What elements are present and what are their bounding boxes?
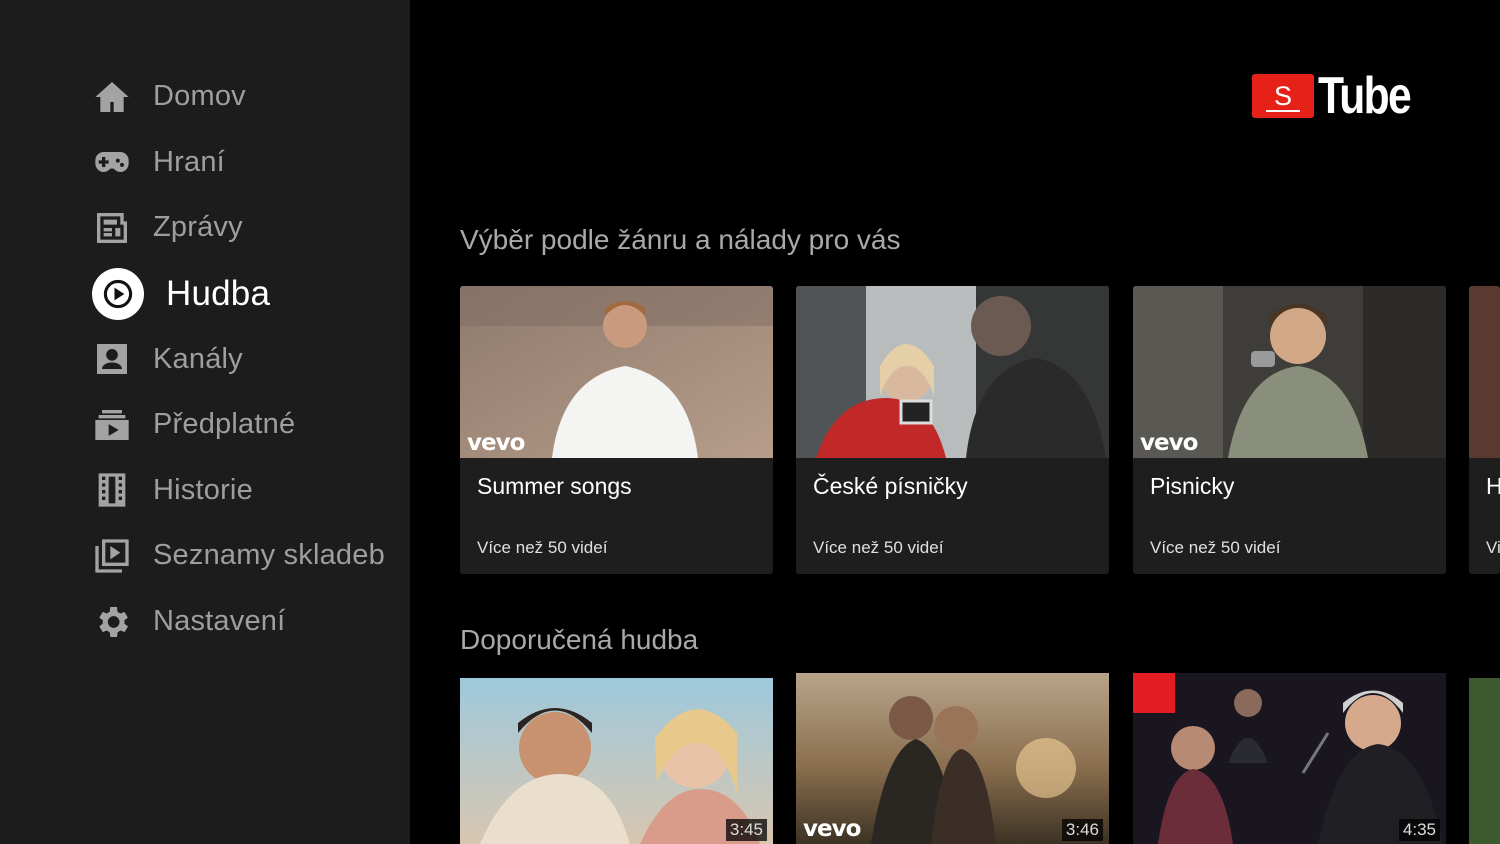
sidebar-item-label: Seznamy skladeb: [153, 539, 385, 572]
sidebar-item-label: Kanály: [153, 342, 243, 375]
settings-gear-icon: [90, 600, 134, 644]
vevo-watermark: vevo: [1140, 430, 1198, 456]
sidebar-item-predplatne[interactable]: Předplatné: [90, 392, 400, 458]
playlist-title: České písničky: [813, 473, 968, 499]
video-thumbnail[interactable]: vevo 3:46: [796, 673, 1109, 844]
sidebar-item-nastaveni[interactable]: Nastavení: [90, 589, 400, 655]
account-box-icon: [90, 337, 134, 381]
sidebar-nav: Domov Hraní Zprávy Hudba Kanály Předplat…: [90, 64, 400, 654]
app-logo: S Tube: [1252, 66, 1430, 126]
playlist-thumbnail: [796, 286, 1109, 458]
sidebar-item-label: Nastavení: [153, 605, 286, 638]
logo-text: Tube: [1318, 67, 1412, 125]
playlist-card-partial[interactable]: H Vi: [1469, 286, 1500, 574]
playlist-card[interactable]: vevo Summer songs Více než 50 videí: [460, 286, 773, 574]
playlist-subtitle: Více než 50 videí: [1150, 538, 1281, 557]
sidebar-item-domov[interactable]: Domov: [90, 64, 400, 130]
sidebar-item-label: Historie: [153, 473, 253, 506]
playlist-subtitle: Více než 50 videí: [813, 538, 944, 557]
video-duration: 3:45: [725, 819, 767, 841]
sidebar-item-zpravy[interactable]: Zprávy: [90, 195, 400, 261]
playlist-thumbnail: vevo: [460, 286, 773, 458]
sidebar-item-hrani[interactable]: Hraní: [90, 130, 400, 196]
sidebar-item-kanaly[interactable]: Kanály: [90, 326, 400, 392]
sidebar-item-label: Hudba: [166, 273, 271, 313]
playlist-title: H: [1486, 473, 1500, 499]
playlist-title: Summer songs: [477, 473, 632, 499]
playlist-subtitle: Vi: [1486, 538, 1500, 557]
sidebar-item-label: Zprávy: [153, 211, 243, 244]
channel-badge-icon: [1133, 673, 1175, 713]
video-thumbnail[interactable]: 3:45: [460, 678, 773, 844]
music-play-icon: [92, 267, 144, 320]
playlist-card[interactable]: vevo Pisnicky Více než 50 videí: [1133, 286, 1446, 574]
gamepad-icon: [90, 140, 134, 184]
sidebar-item-seznamy-skladeb[interactable]: Seznamy skladeb: [90, 523, 400, 589]
home-icon: [90, 75, 134, 119]
subscriptions-icon: [90, 403, 134, 447]
sidebar-item-historie[interactable]: Historie: [90, 458, 400, 524]
sidebar-item-label: Hraní: [153, 145, 225, 178]
video-duration: 3:46: [1061, 819, 1103, 841]
vevo-watermark: vevo: [467, 430, 525, 456]
playlist-thumbnail: vevo: [1133, 286, 1446, 458]
video-thumbnail[interactable]: 4:35: [1133, 673, 1446, 844]
logo-box: S: [1252, 74, 1314, 118]
sidebar: Domov Hraní Zprávy Hudba Kanály Předplat…: [0, 0, 410, 844]
film-history-icon: [90, 468, 134, 512]
sidebar-item-label: Předplatné: [153, 408, 296, 441]
playlist-icon: [90, 534, 134, 578]
sidebar-item-label: Domov: [153, 80, 246, 113]
playlist-thumbnail: [1469, 286, 1500, 458]
playlist-title: Pisnicky: [1150, 473, 1235, 499]
playlist-card[interactable]: České písničky Více než 50 videí: [796, 286, 1109, 574]
video-thumbnail-partial[interactable]: [1469, 678, 1500, 844]
sidebar-item-hudba[interactable]: Hudba: [90, 261, 400, 327]
shelf-title-recommended-music: Doporučená hudba: [460, 624, 699, 655]
news-icon: [90, 206, 134, 250]
shelf-title-genre-mood: Výběr podle žánru a nálady pro vás: [460, 224, 901, 255]
video-duration: 4:35: [1398, 819, 1440, 841]
vevo-watermark: vevo: [803, 816, 861, 842]
playlist-subtitle: Více než 50 videí: [477, 538, 608, 557]
